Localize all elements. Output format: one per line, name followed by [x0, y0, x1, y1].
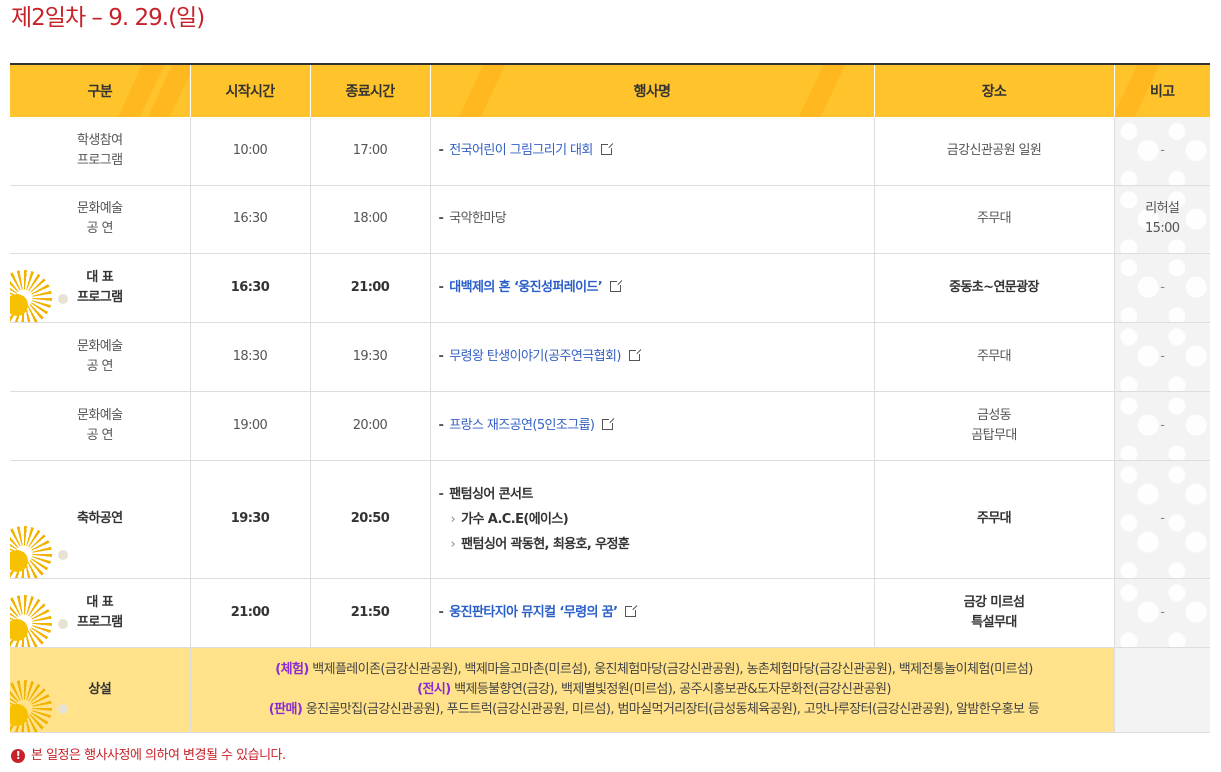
event-cell: - 국악한마당	[429, 185, 874, 254]
external-link-icon[interactable]	[602, 416, 616, 430]
event-name: 팬텀싱어 콘서트	[449, 486, 533, 502]
note-cell: -	[1113, 117, 1210, 186]
event-link[interactable]: 무령왕 탄생이야기(공주연극협회)	[449, 349, 621, 364]
place-cell: 금강 미르섬 특설무대	[873, 578, 1114, 648]
event-link[interactable]: 프랑스 재즈공연(5인조그룹)	[449, 418, 595, 433]
sunburst-decoration	[10, 549, 28, 572]
start-time-cell: 16:30	[189, 253, 310, 323]
sunburst-decoration	[10, 293, 28, 316]
start-time-cell: 18:30	[189, 322, 310, 392]
event-cell: - 웅진판타지아 뮤지컬 ‘무령의 꿈’	[429, 578, 874, 648]
start-time-cell: 16:30	[189, 185, 310, 254]
note-cell: -	[1113, 253, 1210, 323]
category-cell: 상설	[10, 647, 190, 733]
schedule-table: 구분 시작시간 종료시간 행사명 장소 비고 학생참여 프로그램 10:00 17…	[10, 63, 1210, 733]
header-start-time: 시작시간	[189, 63, 310, 117]
permanent-list: (체험) 백제플레이존(금강신관공원), 백제마을고마촌(미르섬), 웅진체험마…	[189, 647, 1114, 733]
sunburst-decoration	[10, 618, 28, 641]
end-time-cell: 21:50	[309, 578, 430, 648]
warning-icon: !	[11, 749, 25, 763]
note-cell: -	[1113, 460, 1210, 579]
note-cell: -	[1113, 322, 1210, 392]
table-row: 대 표 프로그램 16:30 21:00 - 대백제의 혼 ‘웅진성퍼레이드’ 중동…	[10, 253, 1210, 323]
header-category: 구분	[10, 63, 190, 117]
permanent-line: (체험) 백제플레이존(금강신관공원), 백제마을고마촌(미르섬), 웅진체험마…	[275, 661, 1033, 677]
table-row: 학생참여 프로그램 10:00 17:00 - 전국어린이 그림그리기 대회 금강신…	[10, 117, 1210, 186]
category-cell: 학생참여 프로그램	[10, 117, 190, 186]
place-cell: 주무대	[873, 460, 1114, 579]
table-row: 축하공연 19:30 20:50 -팬텀싱어 콘서트 가수 A.C.E(에이스)…	[10, 460, 1210, 579]
external-link-icon[interactable]	[625, 603, 639, 617]
start-time-cell: 19:30	[189, 460, 310, 579]
table-header-row: 구분 시작시간 종료시간 행사명 장소 비고	[10, 63, 1210, 117]
end-time-cell: 17:00	[309, 117, 430, 186]
note-cell: -	[1113, 578, 1210, 648]
permanent-line: (판매) 웅진골맛집(금강신관공원), 푸드트럭(금강신관공원, 미르섬), 범…	[268, 701, 1040, 717]
sunburst-decoration	[58, 549, 68, 560]
external-link-icon[interactable]	[628, 347, 642, 361]
category-cell: 문화예술 공 연	[10, 391, 190, 461]
category-cell: 문화예술 공 연	[10, 322, 190, 392]
place-cell: 중동초~연문광장	[873, 253, 1114, 323]
header-note: 비고	[1113, 63, 1210, 117]
note-cell: -	[1113, 391, 1210, 461]
sunburst-decoration	[58, 618, 68, 629]
event-cell: - 전국어린이 그림그리기 대회	[429, 117, 874, 186]
start-time-cell: 10:00	[189, 117, 310, 186]
place-cell: 주무대	[873, 322, 1114, 392]
end-time-cell: 20:00	[309, 391, 430, 461]
place-cell: 금성동 곰탑무대	[873, 391, 1114, 461]
external-link-icon[interactable]	[600, 141, 614, 155]
sunburst-decoration	[58, 703, 68, 714]
event-link[interactable]: 대백제의 혼 ‘웅진성퍼레이드’	[449, 280, 602, 295]
place-cell: 주무대	[873, 185, 1114, 254]
event-cell: - 무령왕 탄생이야기(공주연극협회)	[429, 322, 874, 392]
event-link[interactable]: 웅진판타지아 뮤지컬 ‘무령의 꿈’	[449, 605, 618, 620]
sunburst-decoration	[10, 703, 28, 726]
end-time-cell: 19:30	[309, 322, 430, 392]
event-cell: - 대백제의 혼 ‘웅진성퍼레이드’	[429, 253, 874, 323]
table-row: 문화예술 공 연 16:30 18:00 - 국악한마당 주무대 리허설 15:00	[10, 185, 1210, 254]
table-row: 문화예술 공 연 18:30 19:30 - 무령왕 탄생이야기(공주연극협회) 주…	[10, 322, 1210, 392]
sub-item: 팬텀싱어 곽동현, 최용호, 우정훈	[439, 532, 868, 557]
category-cell: 대 표 프로그램	[10, 578, 190, 648]
header-event-name: 행사명	[429, 63, 874, 117]
footnote: ! 본 일정은 행사사정에 의하여 변경될 수 있습니다.	[11, 744, 286, 763]
header-place: 장소	[873, 63, 1114, 117]
note-cell: 리허설 15:00	[1113, 185, 1210, 254]
place-cell: 금강신관공원 일원	[873, 117, 1114, 186]
table-row: 문화예술 공 연 19:00 20:00 - 프랑스 재즈공연(5인조그룹) 금성동…	[10, 391, 1210, 461]
event-cell: - 프랑스 재즈공연(5인조그룹)	[429, 391, 874, 461]
event-cell: -팬텀싱어 콘서트 가수 A.C.E(에이스) 팬텀싱어 곽동현, 최용호, 우…	[429, 460, 874, 579]
start-time-cell: 21:00	[189, 578, 310, 648]
event-link[interactable]: 전국어린이 그림그리기 대회	[449, 143, 593, 158]
sub-item: 가수 A.C.E(에이스)	[439, 507, 868, 532]
external-link-icon[interactable]	[610, 278, 624, 292]
table-row-permanent: 상설 (체험) 백제플레이존(금강신관공원), 백제마을고마촌(미르섬), 웅진…	[10, 647, 1210, 733]
category-cell: 문화예술 공 연	[10, 185, 190, 254]
sunburst-decoration	[58, 293, 68, 304]
category-cell: 축하공연	[10, 460, 190, 579]
end-time-cell: 20:50	[309, 460, 430, 579]
permanent-line: (전시) 백제등불향연(금강), 백제별빛정원(미르섬), 공주시홍보관&도자문…	[417, 681, 891, 697]
note-cell	[1113, 647, 1210, 733]
end-time-cell: 18:00	[309, 185, 430, 254]
table-row: 대 표 프로그램 21:00 21:50 - 웅진판타지아 뮤지컬 ‘무령의 꿈’ …	[10, 578, 1210, 648]
start-time-cell: 19:00	[189, 391, 310, 461]
page-title: 제2일차 – 9. 29.(일)	[11, 5, 205, 31]
end-time-cell: 21:00	[309, 253, 430, 323]
header-end-time: 종료시간	[309, 63, 430, 117]
event-name: 국악한마당	[449, 211, 507, 226]
category-cell: 대 표 프로그램	[10, 253, 190, 323]
